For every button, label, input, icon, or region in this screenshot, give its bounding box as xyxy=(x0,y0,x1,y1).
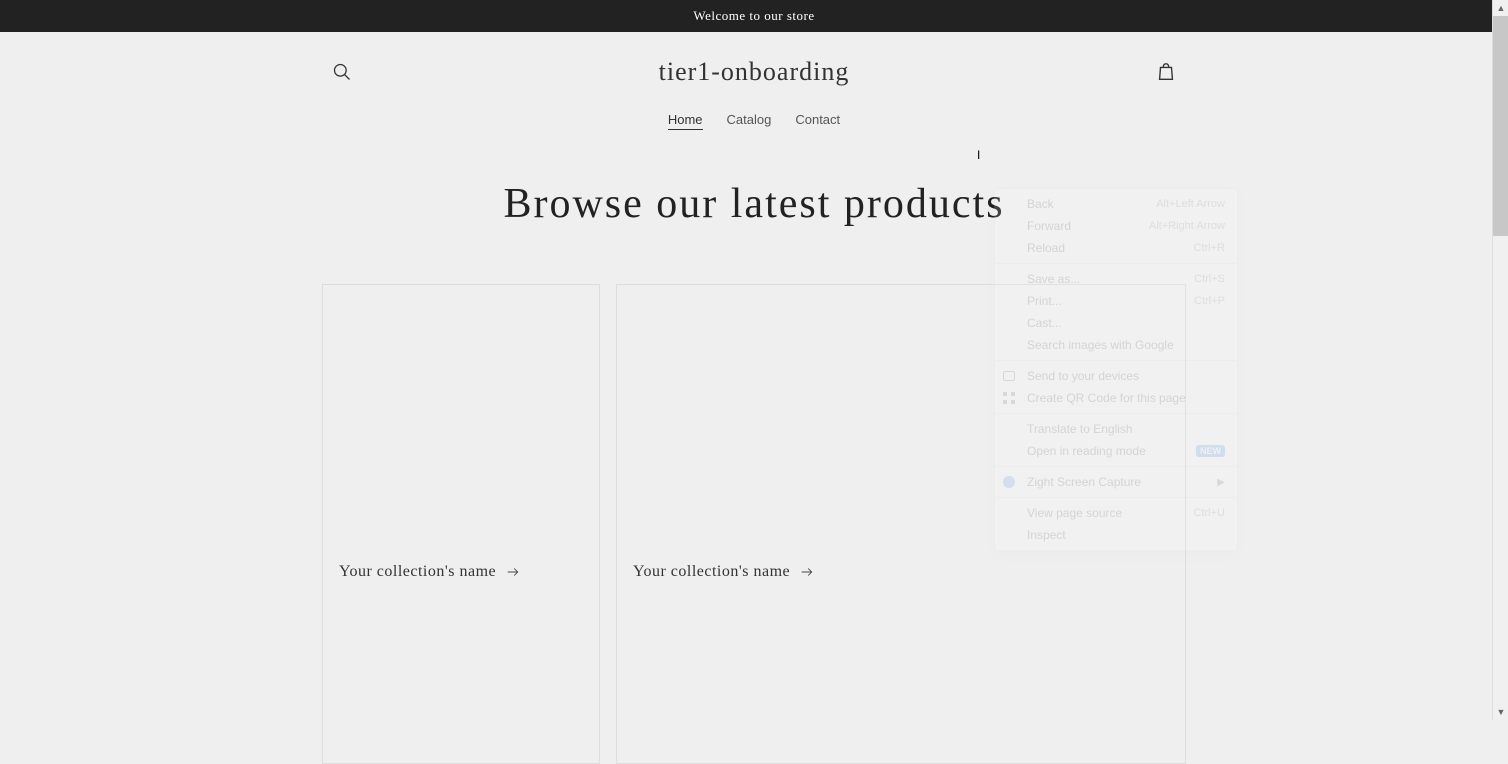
ctx-divider xyxy=(995,413,1237,414)
ctx-view-source[interactable]: View page source Ctrl+U xyxy=(995,502,1237,524)
ctx-print[interactable]: Print... Ctrl+P xyxy=(995,290,1237,312)
scroll-track[interactable] xyxy=(1493,16,1508,704)
ctx-back[interactable]: Back Alt+Left Arrow xyxy=(995,193,1237,215)
search-button[interactable] xyxy=(320,50,364,94)
zight-icon xyxy=(1003,476,1015,488)
ctx-save-as[interactable]: Save as... Ctrl+S xyxy=(995,268,1237,290)
nav-contact[interactable]: Contact xyxy=(795,112,840,130)
site-header: tier1-onboarding xyxy=(0,32,1508,112)
devices-icon xyxy=(1003,371,1015,381)
collection-link[interactable]: Your collection's name xyxy=(339,563,520,581)
collection-link[interactable]: Your collection's name xyxy=(633,563,814,581)
store-name[interactable]: tier1-onboarding xyxy=(659,57,850,87)
arrow-right-icon xyxy=(506,565,520,579)
ctx-translate[interactable]: Translate to English xyxy=(995,418,1237,440)
ctx-reading-mode[interactable]: Open in reading mode NEW xyxy=(995,440,1237,462)
collection-title: Your collection's name xyxy=(633,563,790,581)
ctx-divider xyxy=(995,497,1237,498)
announcement-text: Welcome to our store xyxy=(693,8,814,23)
scroll-up-button[interactable]: ▲ xyxy=(1493,0,1508,16)
ctx-inspect[interactable]: Inspect xyxy=(995,524,1237,546)
search-icon xyxy=(332,62,352,82)
hero-heading: Browse our latest products xyxy=(0,180,1508,228)
main-nav: Home Catalog Contact xyxy=(0,112,1508,144)
context-menu[interactable]: Back Alt+Left Arrow Forward Alt+Right Ar… xyxy=(994,188,1238,551)
ctx-divider xyxy=(995,263,1237,264)
ctx-send-devices[interactable]: Send to your devices xyxy=(995,365,1237,387)
vertical-scrollbar[interactable]: ▲ ▼ xyxy=(1492,0,1508,720)
collection-card[interactable]: Your collection's name xyxy=(322,284,600,764)
collection-title: Your collection's name xyxy=(339,563,496,581)
ctx-create-qr[interactable]: Create QR Code for this page xyxy=(995,387,1237,409)
scroll-down-button[interactable]: ▼ xyxy=(1493,704,1508,720)
ctx-search-images[interactable]: Search images with Google xyxy=(995,334,1237,356)
ctx-cast[interactable]: Cast... xyxy=(995,312,1237,334)
ctx-reload[interactable]: Reload Ctrl+R xyxy=(995,237,1237,259)
ctx-divider xyxy=(995,466,1237,467)
ctx-forward[interactable]: Forward Alt+Right Arrow xyxy=(995,215,1237,237)
chevron-right-icon: ▶ xyxy=(1217,477,1225,488)
new-badge: NEW xyxy=(1196,445,1225,457)
announcement-bar: Welcome to our store xyxy=(0,0,1508,32)
ctx-divider xyxy=(995,360,1237,361)
cart-icon xyxy=(1155,61,1177,83)
cart-button[interactable] xyxy=(1144,50,1188,94)
nav-home[interactable]: Home xyxy=(668,112,703,130)
scroll-thumb[interactable] xyxy=(1493,16,1508,236)
text-cursor: I xyxy=(977,148,980,162)
ctx-zight[interactable]: Zight Screen Capture ▶ xyxy=(995,471,1237,493)
nav-catalog[interactable]: Catalog xyxy=(727,112,772,130)
collections-grid: Your collection's name Your collection's… xyxy=(0,284,1508,764)
qr-icon xyxy=(1003,392,1015,404)
arrow-right-icon xyxy=(800,565,814,579)
